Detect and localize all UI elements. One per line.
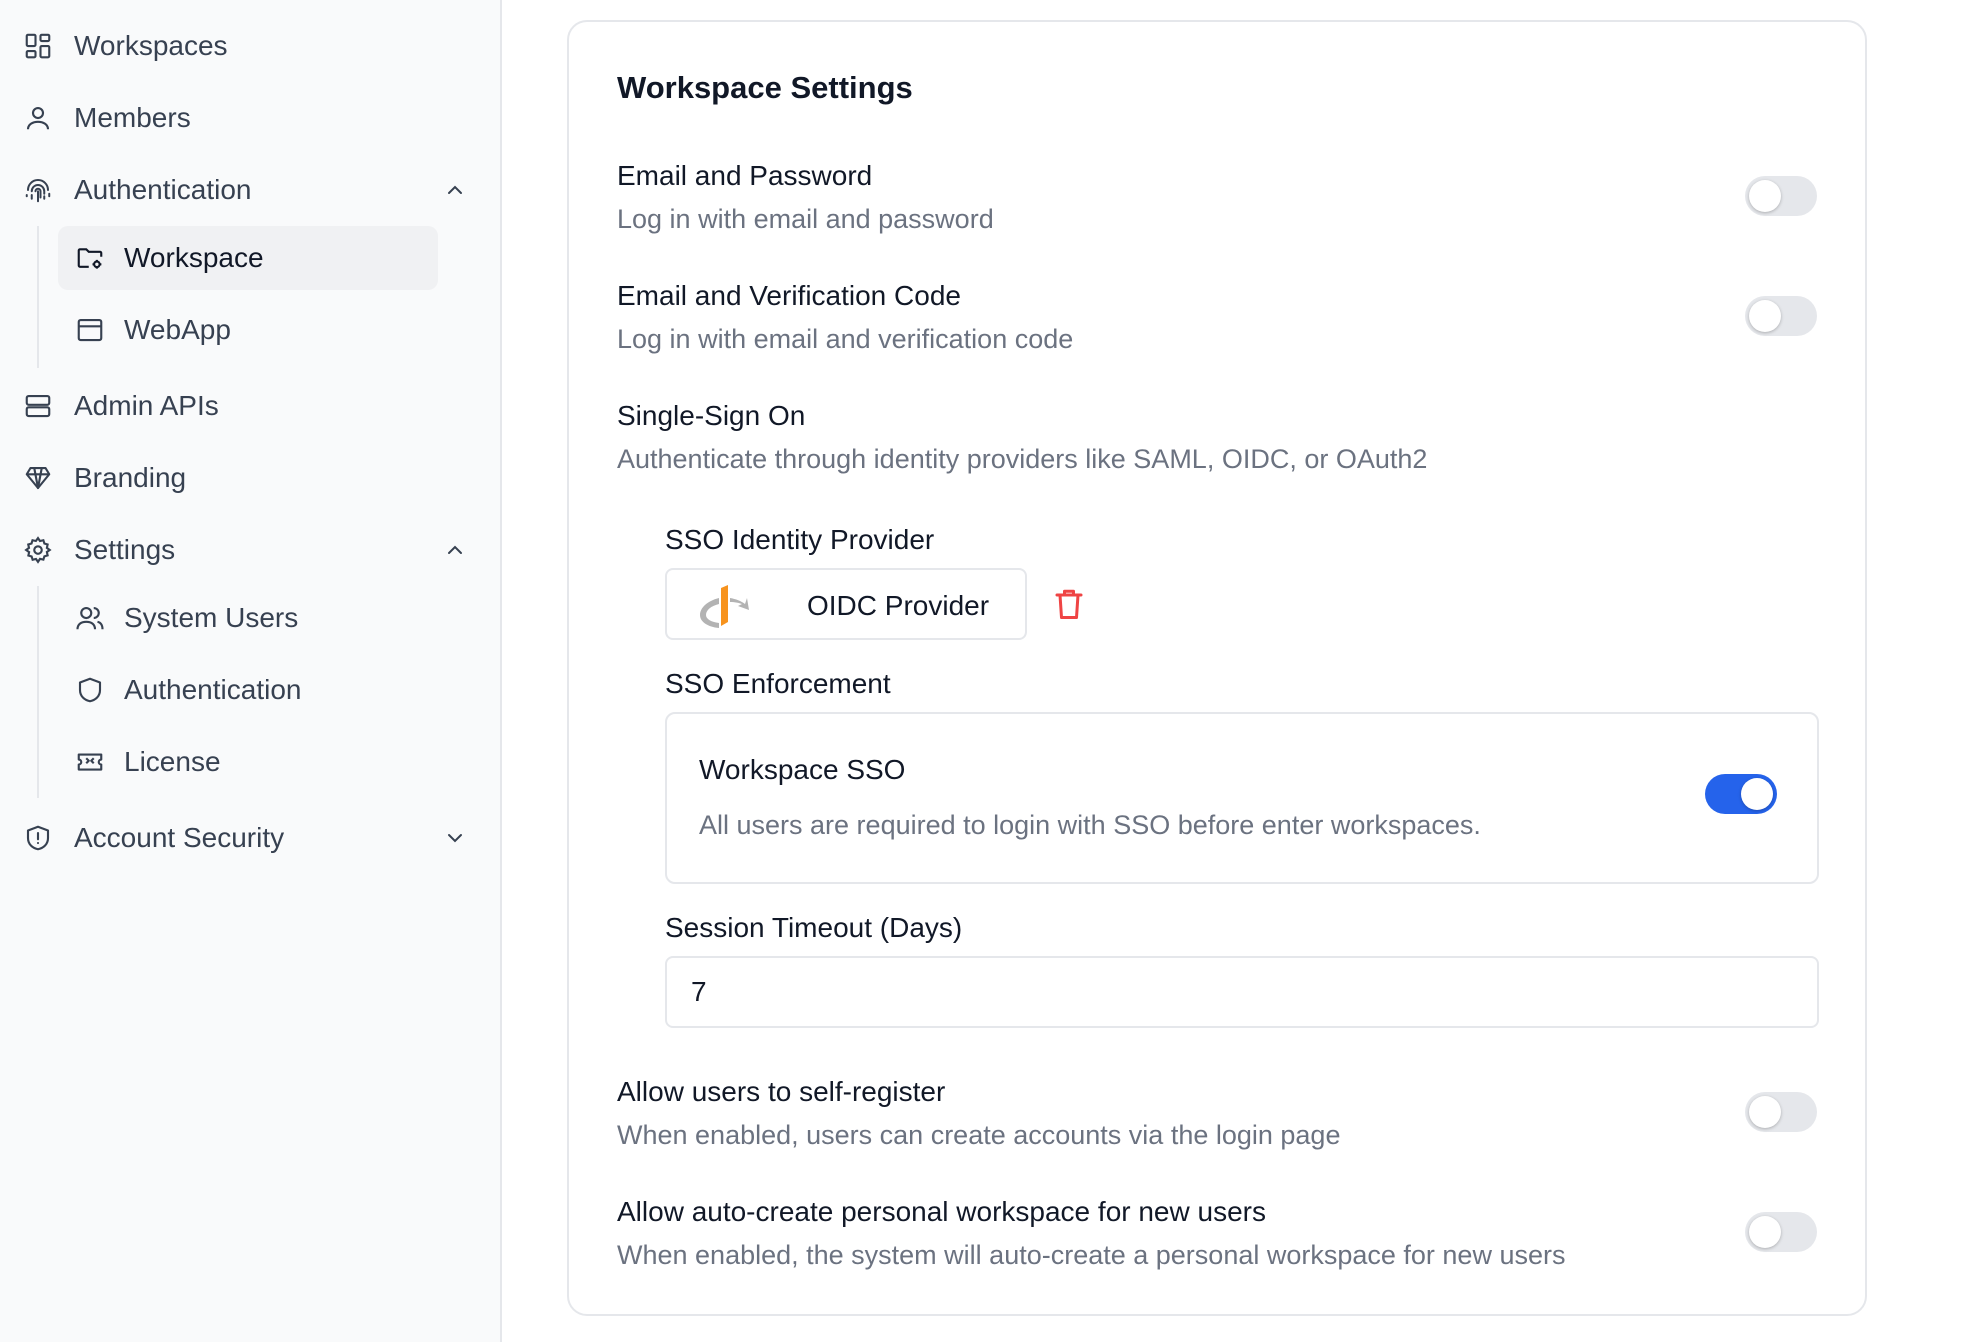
email-code-desc: Log in with email and verification code [617,324,1074,354]
openid-logo-icon [700,585,749,628]
sidebar-item-label: Admin APIs [74,390,219,421]
trash-icon[interactable] [1051,586,1087,622]
email-password-desc: Log in with email and password [617,204,994,234]
workspace-settings-card: Workspace Settings Email and Password Lo… [567,20,1867,1316]
chevron-down-icon[interactable] [440,823,470,853]
sidebar-subitem-license[interactable]: License [58,730,438,794]
submenu-line [37,586,39,798]
sidebar-item-label: Authentication [74,174,252,205]
workspace-sso-toggle[interactable] [1705,774,1777,814]
email-code-toggle[interactable] [1745,296,1817,336]
gear-icon [22,534,54,566]
toggle-knob [1741,778,1773,810]
sso-provider-label: SSO Identity Provider [665,524,935,555]
sso-enforcement-label: SSO Enforcement [665,668,891,699]
auto-workspace-toggle[interactable] [1745,1212,1817,1252]
users-icon [74,602,106,634]
sidebar-subitem-workspace[interactable]: Workspace [58,226,438,290]
server-icon [22,390,54,422]
shield-alert-icon [22,822,54,854]
email-code-title: Email and Verification Code [617,280,961,311]
ticket-icon [74,746,106,778]
toggle-knob [1749,300,1781,332]
sso-title: Single-Sign On [617,400,806,431]
provider-name: OIDC Provider [807,590,990,621]
chevron-up-icon[interactable] [440,535,470,565]
sidebar-item-account-security[interactable]: Account Security [22,808,470,868]
toggle-knob [1749,1096,1781,1128]
toggle-knob [1749,180,1781,212]
sidebar-item-label: Settings [74,534,176,565]
fingerprint-icon [22,174,54,206]
sidebar-item-members[interactable]: Members [22,88,470,148]
oidc-provider-button[interactable]: OIDC Provider [665,568,1027,640]
sidebar-subitem-webapp[interactable]: WebApp [58,298,438,362]
sidebar-item-authentication[interactable]: Authentication [22,160,470,220]
self-register-title: Allow users to self-register [617,1076,946,1107]
workspace-sso-desc: All users are required to login with SSO… [699,810,1481,840]
sidebar-subitem-authentication[interactable]: Authentication [58,658,438,722]
shield-icon [74,674,106,706]
sidebar-item-label: Workspaces [74,30,228,61]
page-title: Workspace Settings [617,70,913,105]
sidebar-item-label: Account Security [74,822,285,853]
sidebar-item-label: Members [74,102,191,133]
auto-workspace-title: Allow auto-create personal workspace for… [617,1196,1266,1227]
sidebar-item-workspaces[interactable]: Workspaces [22,16,470,76]
sidebar-subitem-label: System Users [124,602,299,633]
submenu-line [37,226,39,368]
chevron-up-icon[interactable] [440,175,470,205]
self-register-toggle[interactable] [1745,1092,1817,1132]
grid-icon [22,30,54,62]
auto-workspace-desc: When enabled, the system will auto-creat… [617,1240,1566,1270]
sidebar-subitem-label: License [124,746,221,777]
email-password-toggle[interactable] [1745,176,1817,216]
user-icon [22,102,54,134]
sidebar-item-settings[interactable]: Settings [22,520,470,580]
folder-gear-icon [74,242,106,274]
self-register-desc: When enabled, users can create accounts … [617,1120,1341,1150]
browser-window-icon [74,314,106,346]
sidebar-item-label: Branding [74,462,187,493]
email-password-title: Email and Password [617,160,873,191]
sidebar-item-admin-apis[interactable]: Admin APIs [22,376,470,436]
workspace-sso-title: Workspace SSO [699,754,906,785]
sidebar-subitem-label: Workspace [124,242,264,273]
toggle-knob [1749,1216,1781,1248]
sidebar-item-branding[interactable]: Branding [22,448,470,508]
sidebar-subitem-label: Authentication [124,674,302,705]
session-timeout-input[interactable] [665,956,1819,1028]
sidebar-subitem-system-users[interactable]: System Users [58,586,438,650]
session-timeout-label: Session Timeout (Days) [665,912,963,943]
sidebar: Workspaces Members Authentication Worksp… [0,0,502,1342]
sso-enforcement-box: Workspace SSO All users are required to … [665,712,1819,884]
sso-desc: Authenticate through identity providers … [617,444,1428,474]
sidebar-subitem-label: WebApp [124,314,231,345]
diamond-icon [22,462,54,494]
